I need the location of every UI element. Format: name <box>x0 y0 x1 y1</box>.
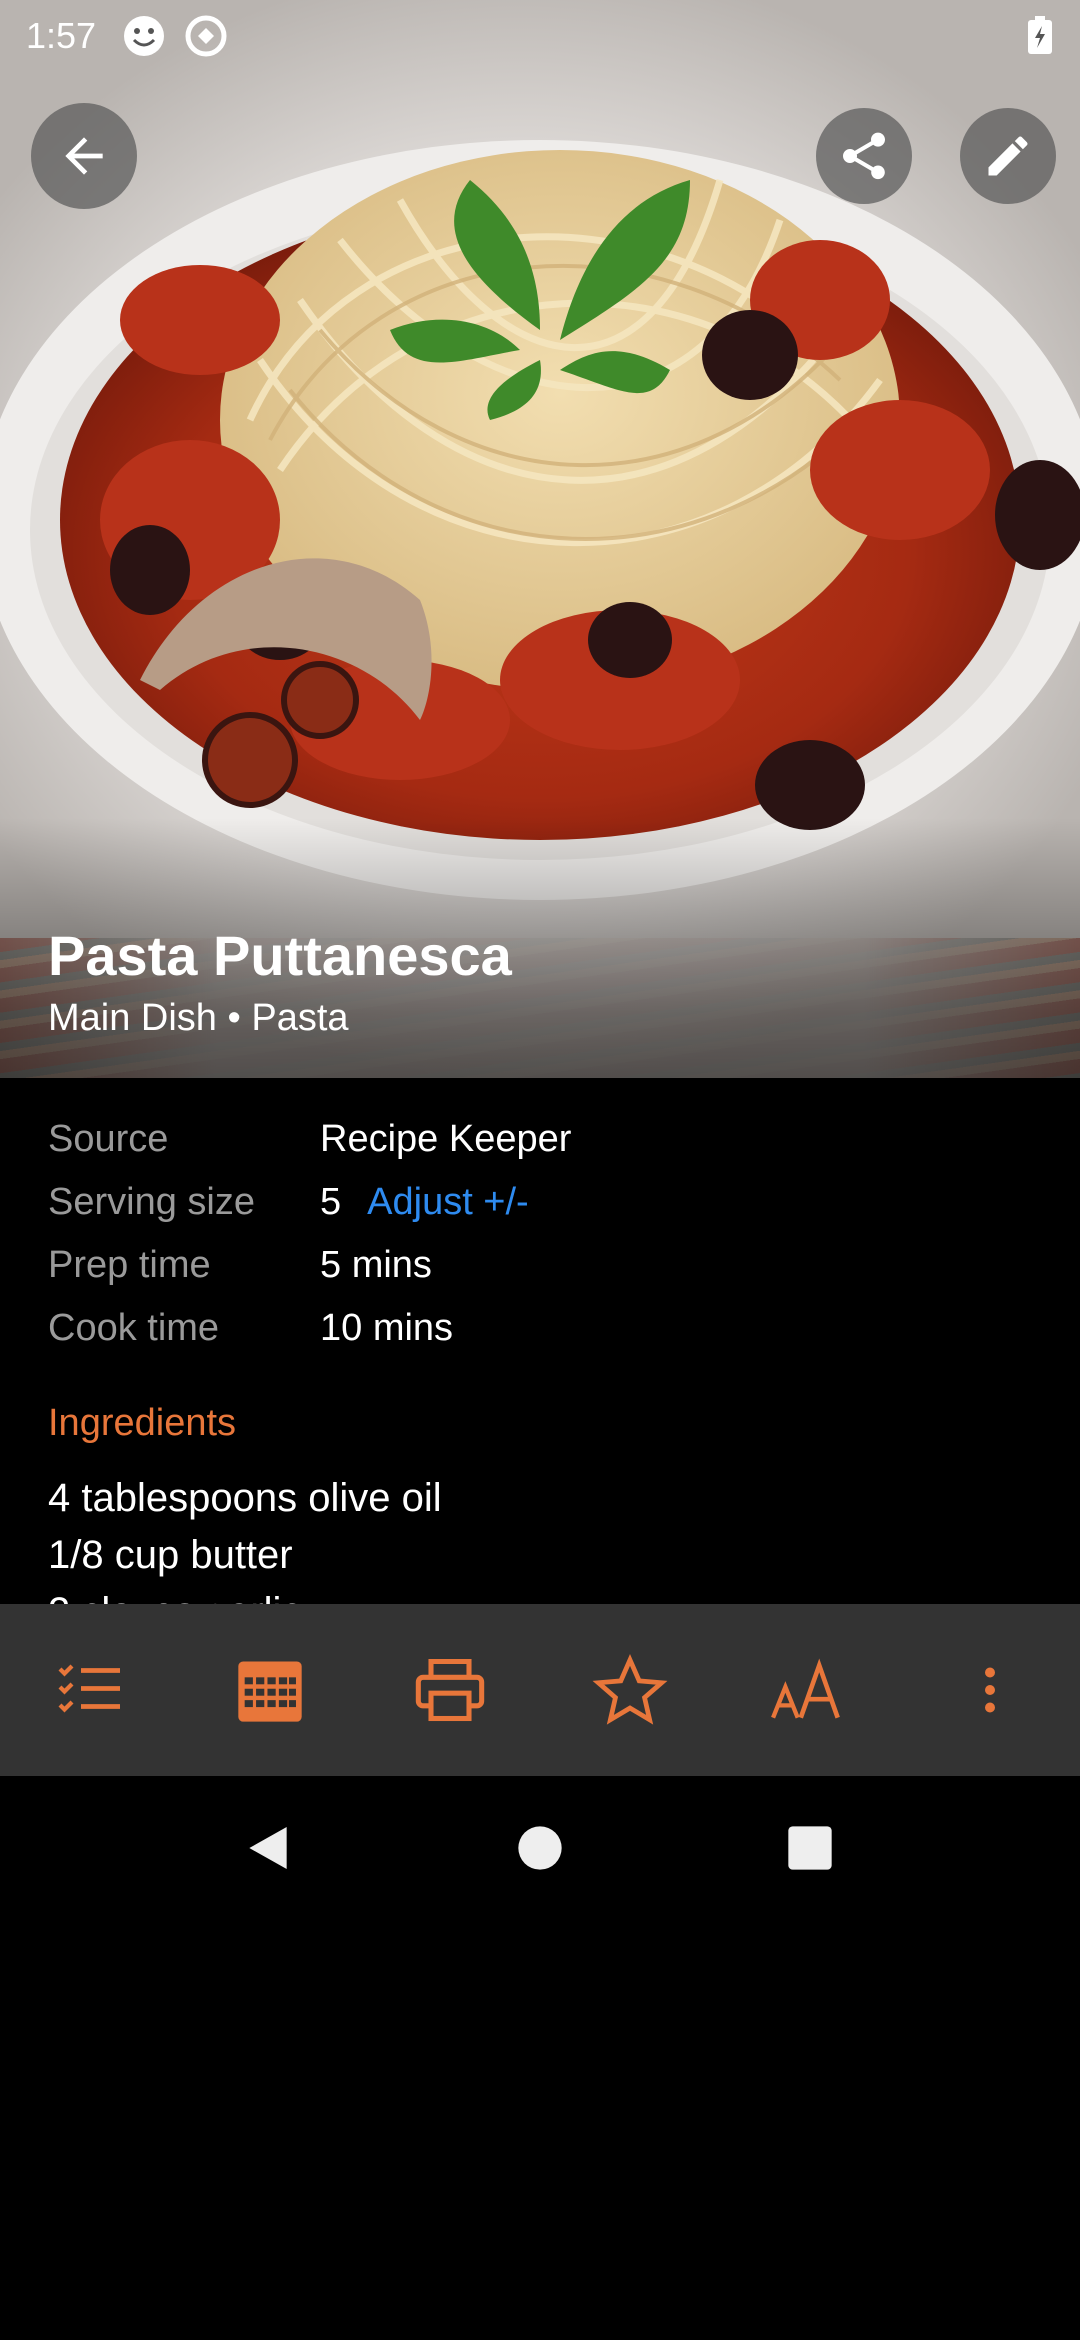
recipe-details: Source Recipe Keeper Serving size 5 Adju… <box>48 1108 1048 1360</box>
arrow-back-icon <box>65 137 103 175</box>
recipe-photo <box>0 0 1080 1078</box>
share-icon <box>843 132 885 180</box>
ingredient-item: 4 tablespoons olive oil <box>48 1476 442 1520</box>
nav-home-icon[interactable] <box>514 1820 566 1876</box>
detail-row-source: Source Recipe Keeper <box>48 1108 1048 1171</box>
recipe-title: Pasta Puttanesca <box>48 924 512 987</box>
status-time: 1:57 <box>26 15 97 56</box>
detail-label: Serving size <box>48 1181 255 1223</box>
adjust-servings-link[interactable]: Adjust +/- <box>367 1181 529 1224</box>
recipe-header: Pasta Puttanesca Main Dish • Pasta <box>48 925 512 1040</box>
checklist-button[interactable] <box>35 1635 145 1745</box>
detail-row-prep-time: Prep time 5 mins <box>48 1234 1048 1297</box>
detail-value: 5 mins <box>320 1244 432 1286</box>
smiley-notification-icon <box>124 16 165 56</box>
nav-recents-icon[interactable] <box>784 1820 836 1876</box>
pencil-icon <box>988 136 1028 176</box>
checklist-icon <box>58 1664 120 1713</box>
more-options-button[interactable] <box>935 1635 1045 1745</box>
nav-back-icon[interactable] <box>240 1820 296 1876</box>
sync-notification-icon <box>185 15 227 57</box>
detail-row-cook-time: Cook time 10 mins <box>48 1297 1048 1360</box>
detail-value: 10 mins <box>320 1307 454 1349</box>
star-icon <box>592 1654 668 1725</box>
ingredients-heading: Ingredients <box>48 1402 237 1444</box>
more-vert-icon <box>985 1667 995 1713</box>
bottom-toolbar <box>0 1604 1080 1776</box>
edit-button[interactable] <box>960 108 1056 204</box>
status-bar: 1:57 <box>0 0 1080 72</box>
ingredient-item: 1/8 cup butter <box>48 1533 293 1577</box>
battery-icon <box>1028 16 1052 54</box>
detail-value: Recipe Keeper <box>320 1118 572 1160</box>
detail-label: Prep time <box>48 1244 211 1286</box>
back-button[interactable] <box>31 103 137 209</box>
detail-label: Cook time <box>48 1307 220 1349</box>
detail-row-serving-size: Serving size 5 Adjust +/- <box>48 1171 1048 1234</box>
recipe-categories: Main Dish • Pasta <box>48 996 349 1039</box>
calendar-icon <box>238 1661 302 1722</box>
text-size-button[interactable] <box>755 1635 865 1745</box>
detail-label: Source <box>48 1118 169 1160</box>
share-button[interactable] <box>816 108 912 204</box>
meal-planner-button[interactable] <box>215 1635 325 1745</box>
detail-value: 5 <box>320 1181 342 1223</box>
favorite-button[interactable] <box>575 1635 685 1745</box>
print-icon <box>415 1658 485 1722</box>
text-size-icon <box>771 1658 840 1719</box>
print-button[interactable] <box>395 1635 505 1745</box>
